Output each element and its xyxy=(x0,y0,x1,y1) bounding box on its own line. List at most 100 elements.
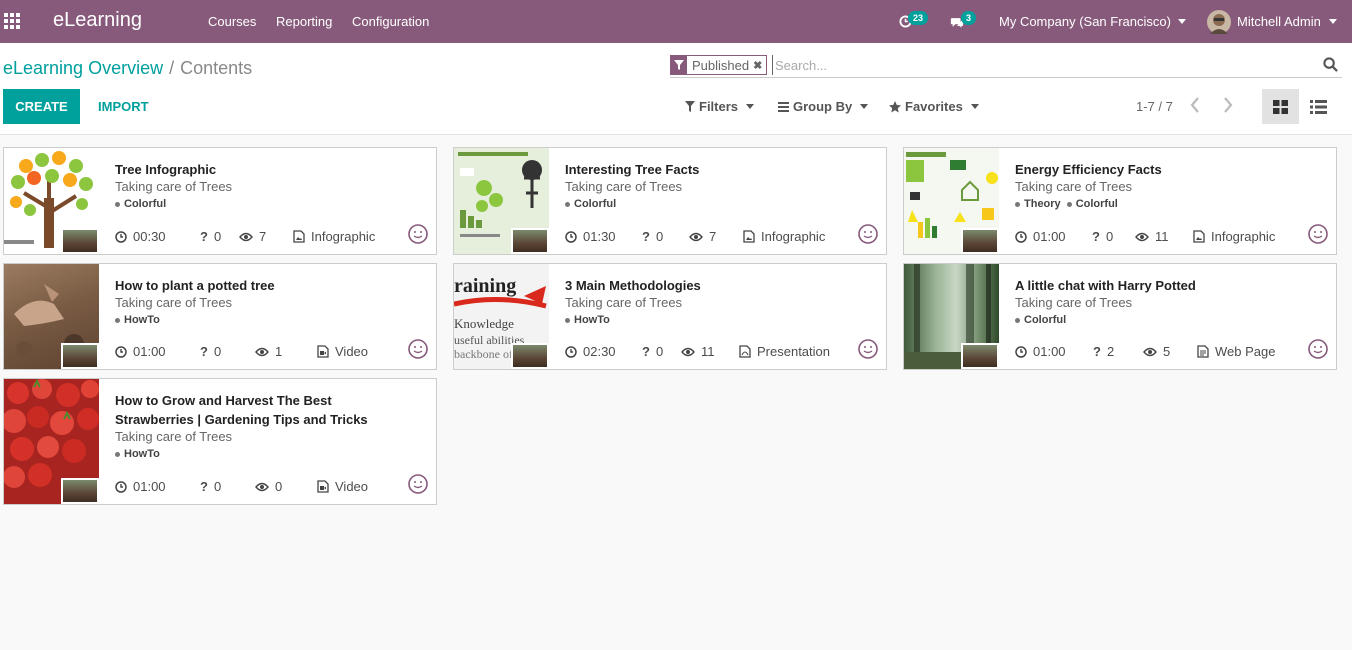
course-thumbnail xyxy=(511,343,549,369)
content-tags: Colorful xyxy=(1015,314,1072,326)
question-icon: ? xyxy=(200,344,208,359)
content-card[interactable]: raining Knowledge useful abilities backb… xyxy=(453,263,887,370)
tag-label: Colorful xyxy=(1024,314,1067,326)
pager-next-icon[interactable] xyxy=(1222,95,1234,118)
search-icon[interactable] xyxy=(1323,57,1338,75)
content-course: Taking care of Trees xyxy=(115,295,233,310)
content-card[interactable]: Interesting Tree Facts Taking care of Tr… xyxy=(453,147,887,255)
chevron-down-icon xyxy=(1328,19,1337,24)
messages-button[interactable]: 3 xyxy=(950,11,980,31)
content-title: How to plant a potted tree xyxy=(115,278,275,293)
smile-icon[interactable] xyxy=(408,224,428,244)
content-thumbnail xyxy=(454,148,549,254)
view-count: 0 xyxy=(275,479,283,494)
clock-icon xyxy=(115,345,127,358)
search-facet: Published ✖ xyxy=(670,55,768,75)
clock-icon xyxy=(565,345,577,358)
smile-icon[interactable] xyxy=(408,474,428,494)
content-thumbnail xyxy=(4,264,99,369)
search-input[interactable] xyxy=(772,55,1312,75)
company-name: My Company (San Francisco) xyxy=(999,14,1171,29)
filters-label: Filters xyxy=(699,99,739,114)
breadcrumb: eLearning Overview / Contents xyxy=(3,58,252,79)
search-bar: Published ✖ xyxy=(670,55,1342,78)
filters-dropdown[interactable]: Filters xyxy=(685,99,755,114)
duration: 01:00 xyxy=(133,479,166,494)
eye-icon xyxy=(255,482,269,491)
content-card[interactable]: Energy Efficiency Facts Taking care of T… xyxy=(903,147,1337,255)
clock-icon xyxy=(115,480,127,493)
question-icon: ? xyxy=(642,229,650,244)
user-menu[interactable]: Mitchell Admin xyxy=(1207,0,1337,43)
content-card[interactable]: How to Grow and Harvest The Best Strawbe… xyxy=(3,378,437,505)
chevron-down-icon xyxy=(970,104,979,109)
menu-reporting[interactable]: Reporting xyxy=(276,14,332,29)
favorites-label: Favorites xyxy=(905,99,963,114)
svg-text:backbone of: backbone of xyxy=(454,347,513,361)
question-count: 0 xyxy=(213,479,222,494)
content-title: A little chat with Harry Potted xyxy=(1015,278,1196,293)
content-course: Taking care of Trees xyxy=(115,429,233,444)
activity-button[interactable]: 23 xyxy=(899,11,933,31)
content-course: Taking care of Trees xyxy=(565,295,683,310)
group-by-dropdown[interactable]: Group By xyxy=(778,99,869,114)
content-type: Infographic xyxy=(1211,229,1276,244)
image-icon xyxy=(743,230,755,243)
question-icon: ? xyxy=(642,344,650,359)
pager-value[interactable]: 1-7 / 7 xyxy=(1136,99,1173,114)
eye-icon xyxy=(239,232,253,241)
breadcrumb-separator: / xyxy=(169,58,175,78)
favorites-dropdown[interactable]: Favorites xyxy=(889,99,979,114)
menu-courses[interactable]: Courses xyxy=(208,14,256,29)
smile-icon[interactable] xyxy=(1308,339,1328,359)
content-thumbnail xyxy=(904,264,999,369)
question-icon: ? xyxy=(200,229,208,244)
view-count: 7 xyxy=(709,229,717,244)
course-thumbnail xyxy=(61,343,99,369)
content-card[interactable]: A little chat with Harry Potted Taking c… xyxy=(903,263,1337,370)
bars-icon xyxy=(778,101,789,112)
content-tags: Colorful xyxy=(565,198,622,210)
facet-label: Published xyxy=(692,57,750,73)
breadcrumb-parent[interactable]: eLearning Overview xyxy=(3,58,163,78)
apps-menu-icon[interactable] xyxy=(4,13,22,29)
chevron-down-icon xyxy=(746,104,755,109)
close-icon[interactable]: ✖ xyxy=(753,59,766,72)
pdf-icon xyxy=(739,345,751,358)
tag-label: HowTo xyxy=(124,314,160,326)
smile-icon[interactable] xyxy=(408,339,428,359)
duration: 01:30 xyxy=(583,229,616,244)
star-icon xyxy=(889,100,901,112)
create-button[interactable]: CREATE xyxy=(3,89,80,124)
content-course: Taking care of Trees xyxy=(565,179,683,194)
content-card[interactable]: How to plant a potted tree Taking care o… xyxy=(3,263,437,370)
eye-icon xyxy=(1135,232,1149,241)
smile-icon[interactable] xyxy=(858,224,878,244)
view-count: 11 xyxy=(1155,229,1169,244)
app-brand[interactable]: eLearning xyxy=(53,9,142,32)
content-tags: HowTo xyxy=(565,314,616,326)
eye-icon xyxy=(1143,347,1157,356)
kanban-view-icon[interactable] xyxy=(1262,89,1299,124)
smile-icon[interactable] xyxy=(1308,224,1328,244)
content-stats: 01:00 ? 2 5 Web Page xyxy=(1015,344,1328,364)
question-icon: ? xyxy=(200,479,208,494)
smile-icon[interactable] xyxy=(858,339,878,359)
content-type: Infographic xyxy=(311,229,376,244)
control-panel: eLearning Overview / Contents Published ✖ … xyxy=(0,43,1352,135)
content-card[interactable]: Tree Infographic Taking care of Trees Co… xyxy=(3,147,437,255)
content-type: Video xyxy=(335,344,369,359)
content-thumbnail xyxy=(904,148,999,254)
filter-icon xyxy=(685,101,695,112)
content-stats: 02:30 ? 0 11 Presentation xyxy=(565,344,878,364)
list-view-icon[interactable] xyxy=(1300,89,1337,124)
pager-previous-icon[interactable] xyxy=(1189,95,1201,118)
company-switcher[interactable]: My Company (San Francisco) xyxy=(999,0,1186,43)
duration: 02:30 xyxy=(583,344,616,359)
import-button[interactable]: IMPORT xyxy=(90,89,157,124)
content-title: Interesting Tree Facts xyxy=(565,162,700,177)
content-title: 3 Main Methodologies xyxy=(565,278,701,293)
content-stats: 00:30 ? 0 7 Infographic xyxy=(115,229,428,249)
eye-icon xyxy=(681,347,695,356)
menu-configuration[interactable]: Configuration xyxy=(352,14,429,29)
